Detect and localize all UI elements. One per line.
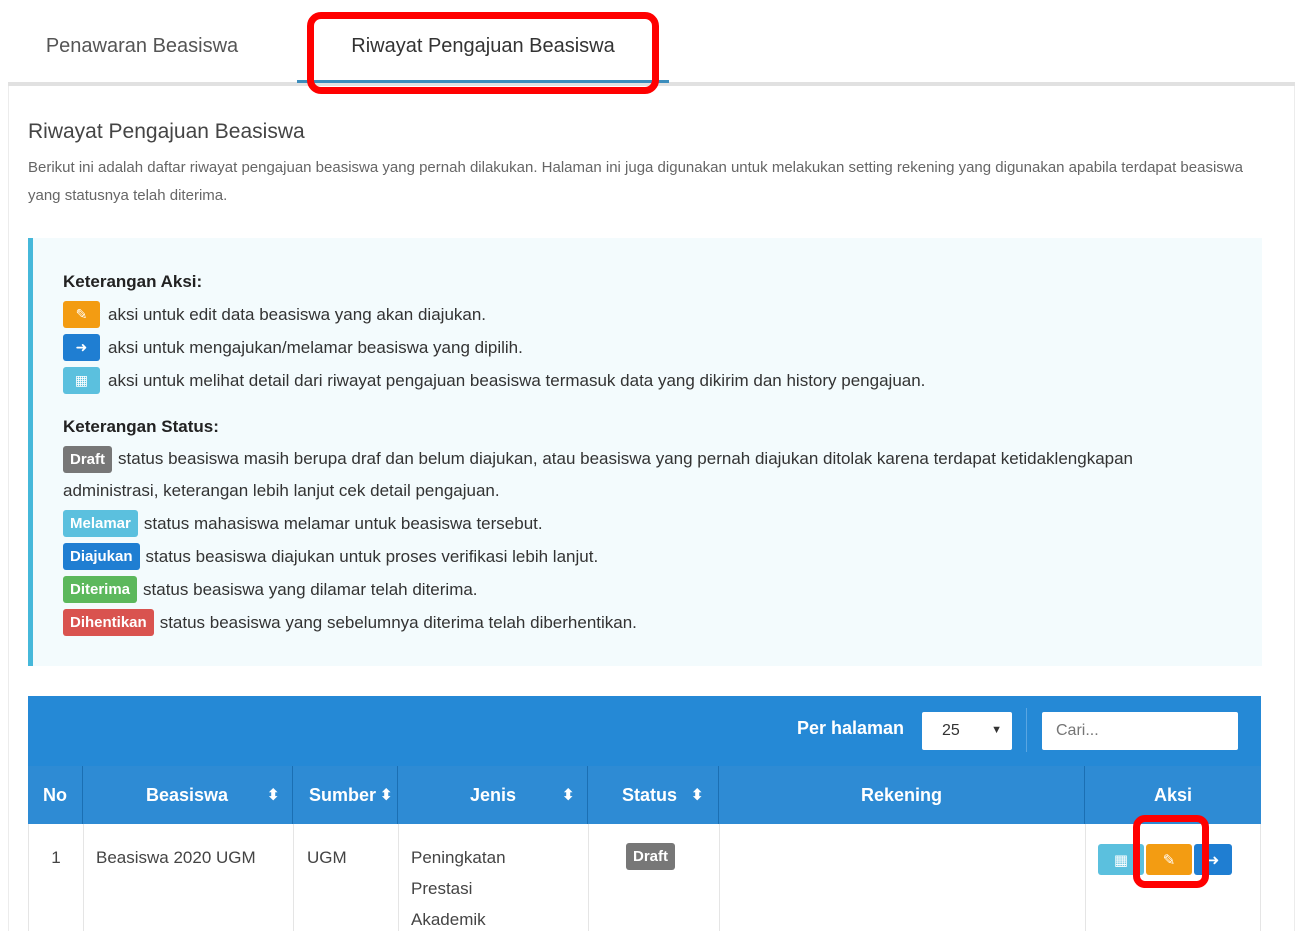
edit-icon: ✎	[63, 301, 100, 328]
legend-text: status beasiswa yang sebelumnya diterima…	[159, 612, 637, 632]
search-input[interactable]	[1042, 712, 1238, 750]
aksi-legend-title: Keterangan Aksi:	[63, 272, 203, 291]
tab-bar: Penawaran Beasiswa Riwayat Pengajuan Bea…	[8, 10, 1295, 86]
status-badge-melamar: Melamar	[63, 510, 138, 537]
submit-button[interactable]: ➜	[1194, 844, 1232, 875]
status-legend-title: Keterangan Status:	[63, 417, 219, 436]
legend-status-diajukan: Diajukan status beasiswa diajukan untuk …	[63, 540, 1203, 573]
legend-aksi-submit: ➜ aksi untuk mengajukan/melamar beasiswa…	[63, 331, 1203, 364]
cell-rekening	[720, 824, 1086, 931]
table-toolbar: Per halaman 25 ▼	[28, 696, 1261, 766]
legend-text: status beasiswa yang dilamar telah diter…	[143, 579, 478, 599]
sort-icon: ⬍	[561, 787, 575, 804]
legend-text: aksi untuk melihat detail dari riwayat p…	[108, 370, 926, 390]
status-badge-diajukan: Diajukan	[63, 543, 140, 570]
legend-text: status beasiswa masih berupa draf dan be…	[63, 449, 1134, 500]
legend-status-melamar: Melamar status mahasiswa melamar untuk b…	[63, 507, 1203, 540]
caret-down-icon: ▼	[991, 724, 1002, 736]
cell-sumber: UGM	[294, 824, 399, 931]
page-title: Riwayat Pengajuan Beasiswa	[28, 120, 305, 143]
table-header: No Beasiswa ⬍ Sumber ⬍ Jenis ⬍ Status ⬍ Reke…	[28, 766, 1261, 824]
sort-icon: ⬍	[377, 785, 393, 805]
cell-aksi	[1086, 824, 1262, 931]
status-badge-diterima: Diterima	[63, 576, 138, 603]
arrow-right-icon: ➜	[63, 334, 100, 361]
arrow-right-icon: ➜	[1206, 851, 1220, 869]
column-header-no[interactable]: No	[28, 766, 83, 824]
legend-text: aksi untuk mengajukan/melamar beasiswa y…	[108, 337, 523, 357]
column-header-aksi: Aksi	[1153, 784, 1193, 805]
cell-jenis: Peningkatan Prestasi Akademik	[399, 824, 589, 931]
legend-text: aksi untuk edit data beasiswa yang akan …	[108, 304, 487, 324]
sort-icon: ⬍	[690, 787, 704, 804]
table-icon: ▦	[1113, 851, 1129, 869]
cell-status: Draft	[589, 824, 720, 931]
legend-status-diterima: Diterima status beasiswa yang dilamar te…	[63, 573, 1203, 606]
legend-text: status beasiswa diajukan untuk proses ve…	[145, 546, 599, 566]
column-header-jenis[interactable]: Jenis ⬍	[398, 766, 588, 824]
legend-aksi-edit: ✎ aksi untuk edit data beasiswa yang aka…	[63, 298, 1203, 331]
legend-status-dihentikan: Dihentikan status beasiswa yang sebelumn…	[63, 606, 1203, 639]
column-header-status[interactable]: Status ⬍	[588, 766, 719, 824]
per-page-value: 25	[942, 722, 960, 739]
status-badge-dihentikan: Dihentikan	[63, 609, 154, 636]
tab-penawaran-beasiswa[interactable]: Penawaran Beasiswa	[8, 10, 276, 82]
cell-beasiswa: Beasiswa 2020 UGM	[84, 824, 294, 931]
cell-no: 1	[29, 824, 84, 931]
page-description: Berikut ini adalah daftar riwayat pengaj…	[28, 159, 1243, 204]
legend-callout: Keterangan Aksi: ✎ aksi untuk edit data …	[28, 238, 1262, 666]
legend-status-draft: Draft status beasiswa masih berupa draf d…	[63, 443, 1203, 507]
detail-button[interactable]: ▦	[1098, 844, 1144, 875]
active-tab-indicator	[297, 80, 669, 83]
status-badge: Draft	[626, 843, 676, 870]
legend-text: status mahasiswa melamar untuk beasiswa …	[143, 513, 543, 533]
toolbar-divider	[1026, 708, 1027, 752]
tab-riwayat-pengajuan-beasiswa[interactable]: Riwayat Pengajuan Beasiswa	[297, 10, 669, 82]
legend-aksi-detail: ▦ aksi untuk melihat detail dari riwayat…	[63, 364, 1203, 397]
sort-icon: ⬍	[266, 787, 280, 804]
table-icon: ▦	[63, 367, 100, 394]
action-buttons: ▦ ✎ ➜	[1098, 844, 1232, 875]
per-page-label: Per halaman	[797, 718, 905, 738]
edit-icon: ✎	[1162, 851, 1176, 869]
table-row: 1 Beasiswa 2020 UGM UGM Peningkatan Pres…	[28, 824, 1261, 931]
column-header-rekening: Rekening	[719, 766, 1085, 824]
edit-button[interactable]: ✎	[1146, 844, 1192, 875]
column-header-sumber[interactable]: Sumber ⬍	[293, 766, 398, 824]
status-badge-draft: Draft	[63, 446, 113, 473]
per-page-select[interactable]: 25 ▼	[922, 712, 1012, 750]
column-header-beasiswa[interactable]: Beasiswa ⬍	[83, 766, 293, 824]
